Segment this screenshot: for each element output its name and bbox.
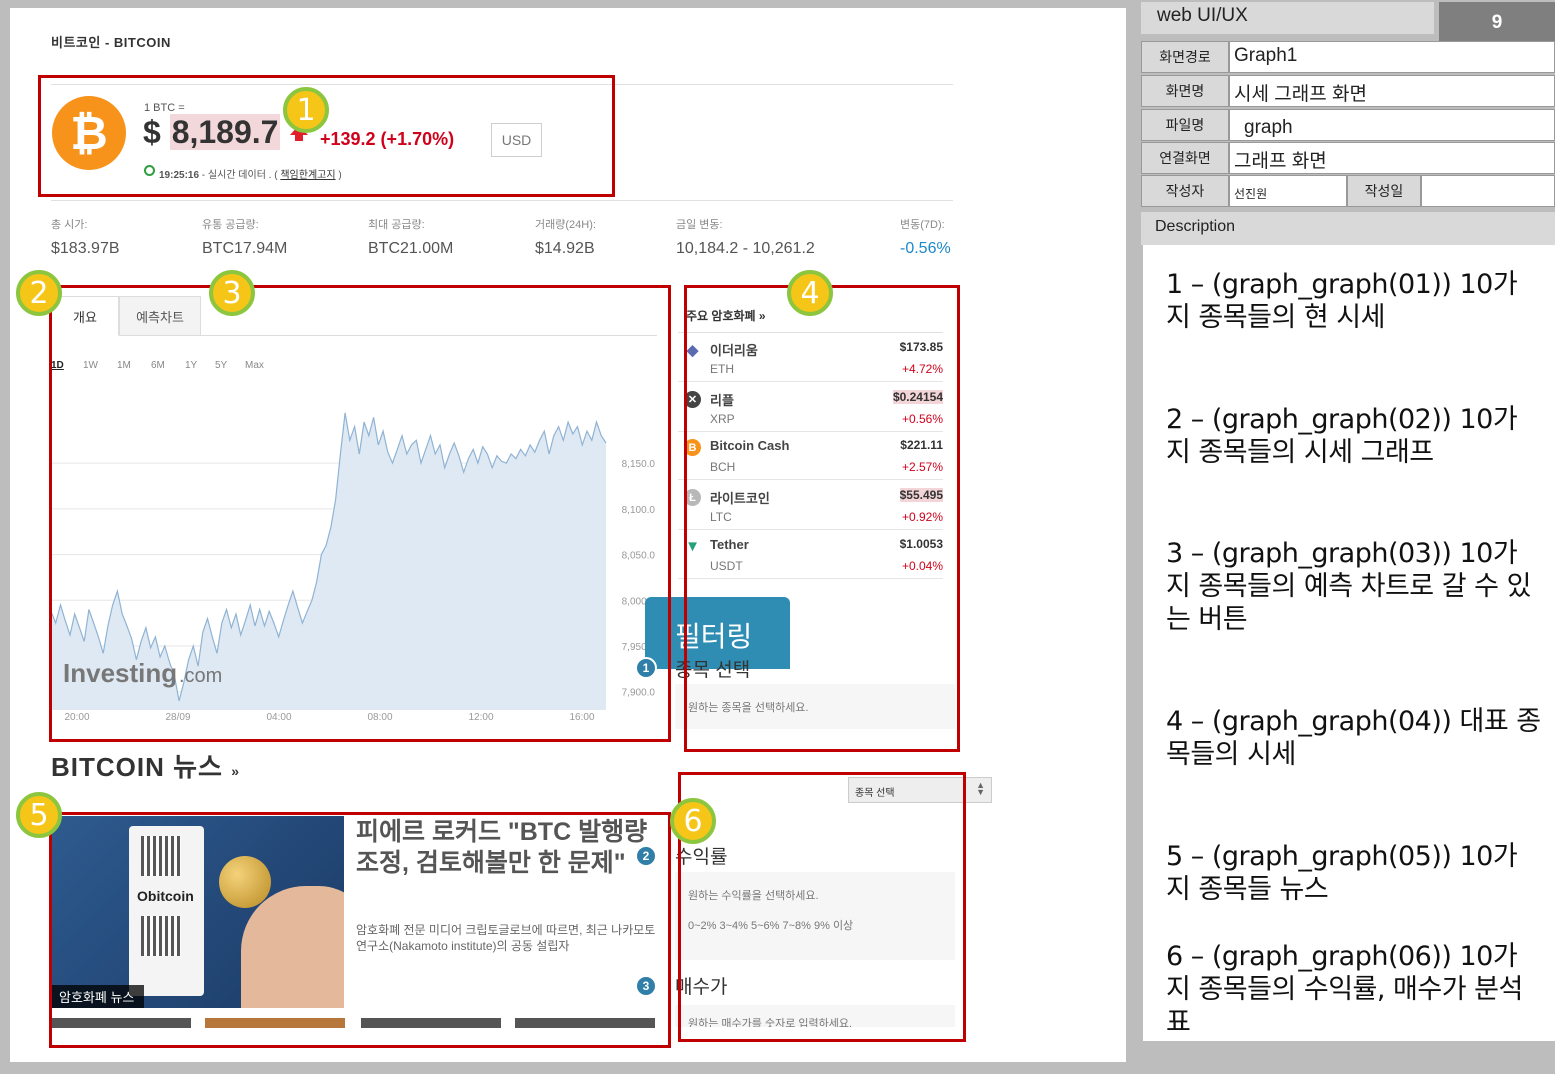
description-item-3: 3 – (graph_graph(03)) 10가지 종목들의 예측 차트로 갈… xyxy=(1166,538,1531,635)
marker-3: 3 xyxy=(209,270,255,316)
news-title-text: BITCOIN 뉴스 xyxy=(51,752,223,782)
annotation-box-6 xyxy=(678,772,966,1042)
divider xyxy=(51,200,953,201)
spec-label-date: 작성일 xyxy=(1347,175,1421,207)
spec-value-date xyxy=(1421,175,1555,207)
spec-page-number: 9 xyxy=(1439,2,1555,44)
description-item-1: 1 – (graph_graph(01)) 10가지 종목들의 현 시세 xyxy=(1166,269,1518,333)
stat-label-volume: 거래량(24H): xyxy=(535,219,596,231)
news-section-title[interactable]: BITCOIN 뉴스 » xyxy=(51,747,240,784)
spec-label-file-name: 파일명 xyxy=(1141,109,1229,141)
description-item-2: 2 – (graph_graph(02)) 10가지 종목들의 시세 그래프 xyxy=(1166,404,1518,468)
stat-value-volume: $14.92B xyxy=(535,240,595,257)
marker-5: 5 xyxy=(16,792,62,838)
spec-value-file-name: graph xyxy=(1229,109,1555,141)
stat-label-circulating: 유통 공급량: xyxy=(202,219,259,231)
spec-label-linked-screen: 연결화면 xyxy=(1141,142,1229,174)
stat-value-max-supply: BTC21.00M xyxy=(368,240,454,257)
description-item-6: 6 – (graph_graph(06)) 10가지 종목들의 수익률, 매수가… xyxy=(1166,941,1523,1038)
stat-label-market-cap: 총 시가: xyxy=(51,219,88,231)
spec-value-path: Graph1 xyxy=(1229,41,1555,73)
stat-value-daily-range: 10,184.2 - 10,261.2 xyxy=(676,240,815,257)
stat-value-market-cap: $183.97B xyxy=(51,240,120,257)
marker-2: 2 xyxy=(16,270,62,316)
chevron-right-icon: » xyxy=(231,763,240,779)
marker-1: 1 xyxy=(283,87,329,133)
spec-value-author: 선진원 xyxy=(1229,175,1347,207)
stat-label-7d-change: 변동(7D): xyxy=(900,219,945,231)
stat-label-daily-range: 금일 변동: xyxy=(676,219,723,231)
description-item-4: 4 – (graph_graph(04)) 대표 종목들의 시세 xyxy=(1166,706,1541,770)
spec-value-linked-screen: 그래프 화면 xyxy=(1229,142,1555,174)
annotation-box-5 xyxy=(49,812,671,1048)
marker-6: 6 xyxy=(670,798,716,844)
stat-label-max-supply: 최대 공급량: xyxy=(368,219,425,231)
spec-description-body xyxy=(1143,245,1555,1041)
spec-value-screen-name: 시세 그래프 화면 xyxy=(1229,75,1555,107)
stat-value-7d-change: -0.56% xyxy=(900,240,951,257)
spec-label-author: 작성자 xyxy=(1141,175,1229,207)
breadcrumb: 비트코인 - BITCOIN xyxy=(51,35,171,50)
marker-4: 4 xyxy=(787,270,833,316)
annotation-box-1 xyxy=(38,75,615,197)
annotation-box-4 xyxy=(684,285,960,752)
spec-description-header: Description xyxy=(1141,212,1555,245)
spec-label-path: 화면경로 xyxy=(1141,41,1229,73)
spec-app-title: web UI/UX xyxy=(1141,2,1434,34)
description-item-5: 5 – (graph_graph(05)) 10가지 종목들 뉴스 xyxy=(1166,841,1518,905)
updown-arrow-icon: ▲ ▼ xyxy=(976,780,985,797)
annotation-box-2 xyxy=(49,285,671,742)
spec-label-screen-name: 화면명 xyxy=(1141,75,1229,107)
stat-value-circulating: BTC17.94M xyxy=(202,240,288,257)
